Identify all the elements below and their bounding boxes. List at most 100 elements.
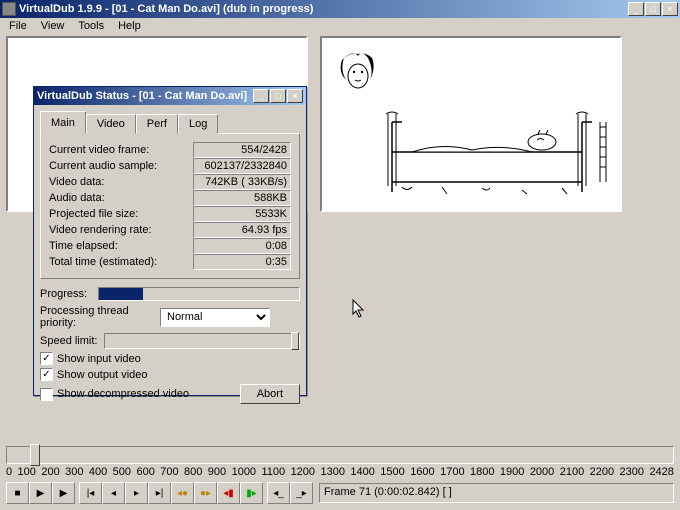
step-fwd-button[interactable]: ▸ xyxy=(125,482,148,504)
val-total-time: 0:35 xyxy=(193,254,291,270)
val-time-elapsed: 0:08 xyxy=(193,238,291,254)
progress-label: Progress: xyxy=(40,288,98,300)
tab-perf[interactable]: Perf xyxy=(136,114,178,134)
key-next-button[interactable]: ●▸ xyxy=(194,482,217,504)
label-projected: Projected file size: xyxy=(49,208,193,220)
minimize-button[interactable]: _ xyxy=(628,2,644,16)
tick-label: 1400 xyxy=(350,466,374,478)
label-total-time: Total time (estimated): xyxy=(49,256,193,268)
val-projected: 5533K xyxy=(193,206,291,222)
checkbox-show-output[interactable]: ✓ xyxy=(40,368,53,381)
menu-view[interactable]: View xyxy=(34,18,72,36)
val-video-data: 742KB ( 33KB/s) xyxy=(193,174,291,190)
frame-info: Frame 71 (0:00:02.842) [ ] xyxy=(319,483,674,503)
scene-prev-button[interactable]: ◂▮ xyxy=(217,482,240,504)
tick-label: 1600 xyxy=(410,466,434,478)
timeline-thumb[interactable] xyxy=(30,444,40,466)
toolbar: ■ ▶ ▶ |◂ ◂ ▸ ▸| ◂● ●▸ ◂▮ ▮▸ ◂_ _▸ Frame … xyxy=(6,482,674,504)
progress-fill xyxy=(99,288,143,300)
sketch-face xyxy=(336,52,380,96)
play-input-button[interactable]: ▶ xyxy=(29,482,52,504)
priority-select[interactable]: Normal xyxy=(160,308,270,327)
priority-label: Processing thread priority: xyxy=(40,305,160,329)
tick-label: 1900 xyxy=(500,466,524,478)
menu-file[interactable]: File xyxy=(2,18,34,36)
tick-label: 1000 xyxy=(232,466,256,478)
checkbox-show-input[interactable]: ✓ xyxy=(40,352,53,365)
timeline-slider[interactable] xyxy=(6,446,674,464)
sketch-bed xyxy=(382,92,612,202)
tick-label: 600 xyxy=(136,466,154,478)
tick-label: 100 xyxy=(18,466,36,478)
speed-limit-slider[interactable] xyxy=(104,333,300,349)
val-cur-audio-sample: 602137/2332840 xyxy=(193,158,291,174)
label-show-output: Show output video xyxy=(57,369,148,381)
tick-label: 1500 xyxy=(380,466,404,478)
close-button[interactable]: × xyxy=(662,2,678,16)
tick-label: 200 xyxy=(41,466,59,478)
maximize-button[interactable]: □ xyxy=(645,2,661,16)
checkbox-show-decompressed[interactable] xyxy=(40,388,53,401)
tick-label: 300 xyxy=(65,466,83,478)
status-dialog-titlebar[interactable]: VirtualDub Status - [01 - Cat Man Do.avi… xyxy=(34,87,306,105)
key-prev-button[interactable]: ◂● xyxy=(171,482,194,504)
main-titlebar: VirtualDub 1.9.9 - [01 - Cat Man Do.avi]… xyxy=(0,0,680,18)
speed-limit-thumb[interactable] xyxy=(291,332,299,350)
tick-label: 0 xyxy=(6,466,12,478)
tick-label: 1200 xyxy=(291,466,315,478)
scene-next-button[interactable]: ▮▸ xyxy=(240,482,263,504)
tick-label: 2300 xyxy=(620,466,644,478)
tick-label: 500 xyxy=(113,466,131,478)
tab-video[interactable]: Video xyxy=(86,114,136,134)
tick-label: 1100 xyxy=(261,466,285,478)
label-show-input: Show input video xyxy=(57,353,141,365)
tick-label: 2100 xyxy=(560,466,584,478)
menu-help[interactable]: Help xyxy=(111,18,148,36)
mark-in-button[interactable]: ◂_ xyxy=(267,482,290,504)
goto-end-button[interactable]: ▸| xyxy=(148,482,171,504)
stop-button[interactable]: ■ xyxy=(6,482,29,504)
label-render-rate: Video rendering rate: xyxy=(49,224,193,236)
timeline-ticks: 0 100 200 300 400 500 600 700 800 900 1000 1100 1200… xyxy=(6,466,674,478)
label-show-decompressed: Show decompressed video xyxy=(57,388,236,400)
menu-tools[interactable]: Tools xyxy=(71,18,111,36)
progress-bar xyxy=(98,287,300,301)
label-cur-audio-sample: Current audio sample: xyxy=(49,160,193,172)
speed-limit-label: Speed limit: xyxy=(40,335,100,347)
menubar: File View Tools Help xyxy=(0,18,680,36)
tick-label: 900 xyxy=(208,466,226,478)
tick-label: 1700 xyxy=(440,466,464,478)
play-output-button[interactable]: ▶ xyxy=(52,482,75,504)
status-dialog-title: VirtualDub Status - [01 - Cat Man Do.avi… xyxy=(37,90,253,102)
tick-label: 700 xyxy=(160,466,178,478)
app-icon xyxy=(2,2,16,16)
label-video-data: Video data: xyxy=(49,176,193,188)
window-title: VirtualDub 1.9.9 - [01 - Cat Man Do.avi]… xyxy=(19,3,628,15)
tab-main[interactable]: Main xyxy=(40,111,86,134)
val-audio-data: 588KB xyxy=(193,190,291,206)
dialog-minimize-button[interactable]: _ xyxy=(253,89,269,103)
dialog-maximize-button[interactable]: □ xyxy=(270,89,286,103)
label-cur-video-frame: Current video frame: xyxy=(49,144,193,156)
goto-start-button[interactable]: |◂ xyxy=(79,482,102,504)
abort-button[interactable]: Abort xyxy=(240,384,300,404)
status-dialog: VirtualDub Status - [01 - Cat Man Do.avi… xyxy=(33,86,307,396)
val-render-rate: 64.93 fps xyxy=(193,222,291,238)
val-cur-video-frame: 554/2428 xyxy=(193,142,291,158)
tick-label: 2000 xyxy=(530,466,554,478)
tick-label: 2200 xyxy=(590,466,614,478)
mark-out-button[interactable]: _▸ xyxy=(290,482,313,504)
dialog-close-button[interactable]: × xyxy=(287,89,303,103)
label-time-elapsed: Time elapsed: xyxy=(49,240,193,252)
tick-label: 2428 xyxy=(649,466,673,478)
step-back-button[interactable]: ◂ xyxy=(102,482,125,504)
label-audio-data: Audio data: xyxy=(49,192,193,204)
timeline: 0 100 200 300 400 500 600 700 800 900 1000 1100 1200… xyxy=(6,446,674,480)
output-video-pane xyxy=(320,36,622,212)
status-tabs: Main Video Perf Log xyxy=(40,113,300,134)
tab-log[interactable]: Log xyxy=(178,114,218,134)
tick-label: 1300 xyxy=(320,466,344,478)
tick-label: 400 xyxy=(89,466,107,478)
tick-label: 800 xyxy=(184,466,202,478)
tick-label: 1800 xyxy=(470,466,494,478)
